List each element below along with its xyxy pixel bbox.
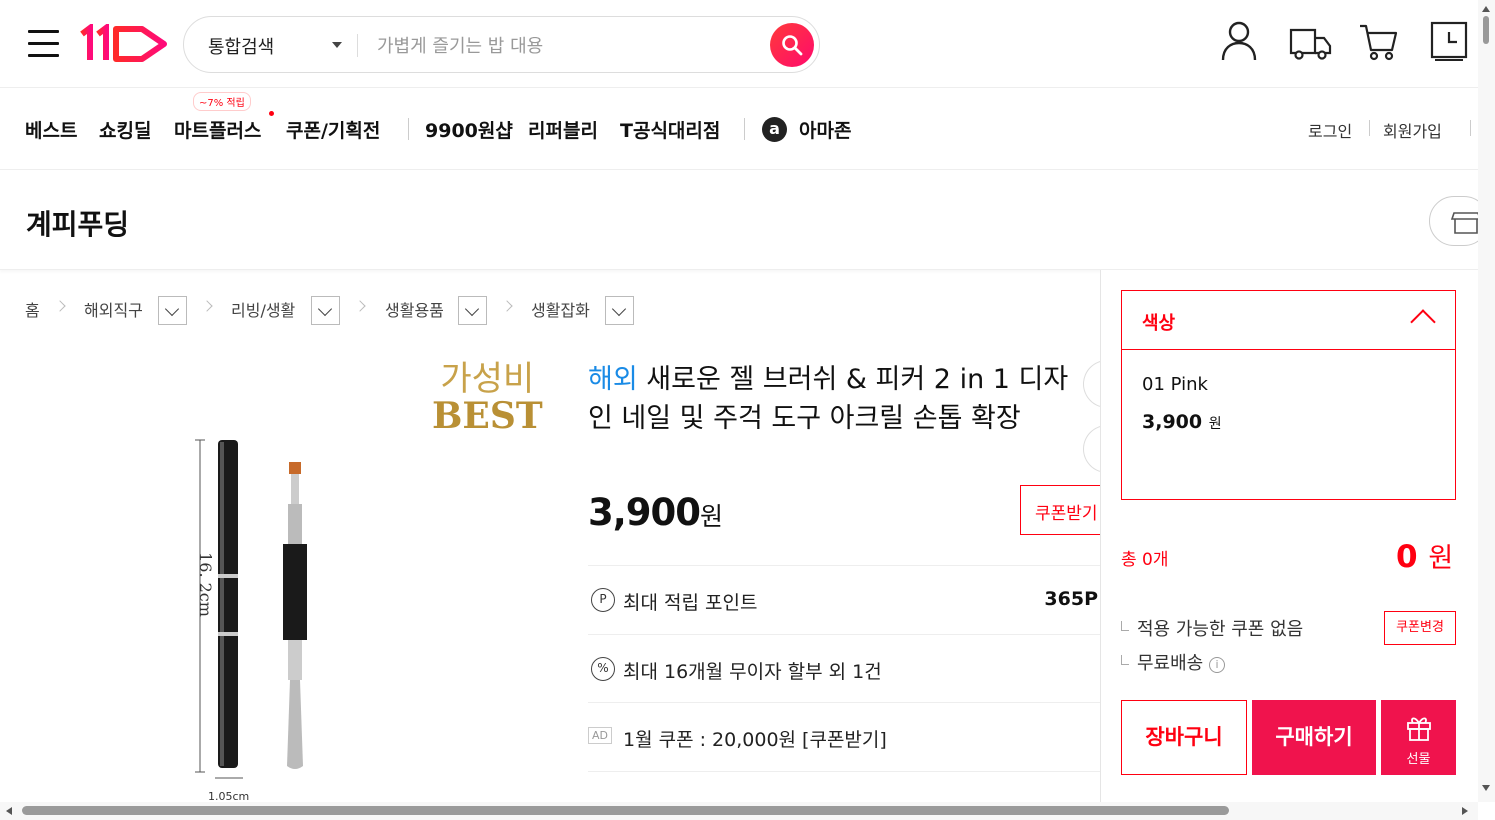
option-header[interactable]: 색상 bbox=[1122, 291, 1455, 350]
horizontal-scrollbar[interactable] bbox=[0, 802, 1478, 820]
coupon-note-text: 적용 가능한 쿠폰 없음 bbox=[1137, 619, 1304, 640]
breadcrumb-dropdown[interactable] bbox=[605, 296, 634, 325]
percent-icon: % bbox=[591, 657, 615, 681]
nav-amazon[interactable]: 아마존 bbox=[799, 116, 851, 143]
scroll-right-arrow[interactable] bbox=[1462, 807, 1468, 815]
new-dot bbox=[269, 111, 274, 116]
coupon-change-button[interactable]: 쿠폰변경 bbox=[1384, 611, 1456, 645]
total-price: 0 원 bbox=[1396, 536, 1453, 575]
user-icon[interactable] bbox=[1219, 20, 1261, 64]
cart-icon[interactable] bbox=[1358, 20, 1400, 64]
points-value: 365P bbox=[1044, 588, 1098, 610]
shipping-info: 무료배송 i bbox=[1121, 649, 1225, 675]
info-icon[interactable]: i bbox=[1208, 657, 1225, 673]
divider bbox=[1470, 120, 1471, 136]
option-label: 색상 bbox=[1142, 313, 1176, 334]
search-scope-select[interactable]: 통합검색 bbox=[208, 33, 274, 59]
option-price-unit: 원 bbox=[1208, 416, 1222, 432]
points-row: P 최대 적립 포인트 365P bbox=[588, 565, 1100, 633]
login-link[interactable]: 로그인 bbox=[1308, 118, 1352, 142]
search-input[interactable] bbox=[377, 31, 747, 61]
scroll-thumb[interactable] bbox=[22, 806, 1229, 815]
ad-coupon-text[interactable]: 1월 쿠폰 : 20,000원 [쿠폰받기] bbox=[623, 725, 887, 752]
point-icon: P bbox=[591, 588, 615, 612]
value-best-badge: 가성비 BEST bbox=[432, 362, 543, 434]
nav-mart-plus[interactable]: 마트플러스 bbox=[174, 116, 261, 143]
breadcrumb-level1[interactable]: 해외직구 bbox=[84, 297, 143, 321]
delivery-truck-icon[interactable] bbox=[1288, 20, 1334, 64]
vertical-scrollbar[interactable] bbox=[1478, 0, 1495, 802]
nav-coupon[interactable]: 쿠폰/기획전 bbox=[286, 116, 380, 143]
breadcrumb-level4[interactable]: 생활잡화 bbox=[531, 297, 590, 321]
breadcrumb-level2[interactable]: 리빙/생활 bbox=[231, 297, 295, 321]
breadcrumb-level3[interactable]: 생활용품 bbox=[385, 297, 444, 321]
divider bbox=[1369, 120, 1370, 136]
search-icon bbox=[782, 35, 803, 56]
product-price: 3,900원 bbox=[588, 491, 723, 534]
menu-icon[interactable] bbox=[28, 30, 59, 57]
breadcrumb-home[interactable]: 홈 bbox=[25, 297, 40, 321]
price-value: 3,900 bbox=[588, 491, 701, 534]
nav-9900-shop[interactable]: 9900원샵 bbox=[425, 116, 513, 143]
divider bbox=[744, 118, 745, 140]
buy-now-button[interactable]: 구매하기 bbox=[1252, 700, 1376, 775]
ad-tag: AD bbox=[588, 727, 612, 744]
total-price-unit: 원 bbox=[1428, 543, 1454, 574]
product-title-text: 새로운 젤 브러쉬 & 피커 2 in 1 디자인 네일 및 주걱 도구 아크릴… bbox=[588, 364, 1069, 434]
breadcrumb-dropdown[interactable] bbox=[458, 296, 487, 325]
coupon-note: 적용 가능한 쿠폰 없음 bbox=[1121, 615, 1303, 641]
chevron-down-icon[interactable] bbox=[332, 42, 342, 48]
price-unit: 원 bbox=[700, 502, 724, 531]
installment-text: 최대 16개월 무이자 할부 외 1건 bbox=[623, 661, 882, 683]
seller-bar: 계피푸딩 bbox=[0, 170, 1489, 270]
nav-t-store[interactable]: T공식대리점 bbox=[620, 116, 720, 143]
site-header: 통합검색 bbox=[0, 0, 1478, 88]
scroll-thumb[interactable] bbox=[1483, 16, 1489, 44]
total-price-value: 0 bbox=[1396, 539, 1418, 575]
option-price-value: 3,900 bbox=[1142, 411, 1203, 433]
chevron-right-icon bbox=[54, 300, 66, 312]
ad-coupon-row[interactable]: AD 1월 쿠폰 : 20,000원 [쿠폰받기] bbox=[588, 702, 1100, 770]
nav-badge: ~7% 적립 bbox=[193, 92, 251, 111]
overseas-tag: 해외 bbox=[588, 364, 638, 395]
option-box: 색상 01 Pink 3,900 원 bbox=[1121, 290, 1456, 500]
product-title: 해외 새로운 젤 브러쉬 & 피커 2 in 1 디자인 네일 및 주걱 도구 … bbox=[588, 360, 1078, 438]
seller-name[interactable]: 계피푸딩 bbox=[26, 203, 129, 243]
global-nav: 베스트 쇼킹딜 ~7% 적립 마트플러스 쿠폰/기획전 9900원샵 리퍼블리 … bbox=[0, 88, 1478, 170]
installment-row[interactable]: % 최대 16개월 무이자 할부 외 1건 bbox=[588, 634, 1100, 702]
total-count: 총 0개 bbox=[1121, 550, 1169, 570]
divider bbox=[588, 771, 1100, 802]
11st-logo[interactable] bbox=[80, 22, 170, 68]
scroll-down-arrow[interactable] bbox=[1482, 785, 1490, 791]
chevron-right-icon bbox=[201, 300, 213, 312]
recent-view-icon[interactable] bbox=[1429, 20, 1471, 64]
gift-button[interactable]: 선물 bbox=[1381, 700, 1456, 775]
search-bar: 통합검색 bbox=[183, 16, 820, 73]
shipping-text: 무료배송 bbox=[1137, 653, 1204, 674]
chevron-up-icon[interactable] bbox=[1410, 309, 1436, 335]
gift-icon bbox=[1406, 717, 1431, 741]
chevron-right-icon bbox=[354, 300, 366, 312]
scroll-up-arrow[interactable] bbox=[1482, 6, 1490, 12]
amazon-icon[interactable]: a bbox=[762, 117, 787, 142]
gift-label: 선물 bbox=[1406, 752, 1431, 767]
badge-line1: 가성비 bbox=[440, 359, 535, 399]
breadcrumb-dropdown[interactable] bbox=[311, 296, 340, 325]
nav-refurbly[interactable]: 리퍼블리 bbox=[528, 116, 598, 143]
points-label: 최대 적립 포인트 bbox=[623, 592, 758, 614]
breadcrumb-dropdown[interactable] bbox=[158, 296, 187, 325]
chevron-right-icon bbox=[501, 300, 513, 312]
nav-shocking-deal[interactable]: 쇼킹딜 bbox=[99, 116, 151, 143]
divider bbox=[408, 118, 409, 140]
option-price: 3,900 원 bbox=[1142, 411, 1222, 433]
signup-link[interactable]: 회원가입 bbox=[1383, 118, 1442, 142]
badge-line2: BEST bbox=[432, 395, 543, 437]
divider bbox=[357, 34, 358, 57]
nav-best[interactable]: 베스트 bbox=[25, 116, 77, 143]
scroll-left-arrow[interactable] bbox=[6, 807, 12, 815]
search-button[interactable] bbox=[770, 23, 814, 67]
add-to-cart-button[interactable]: 장바구니 bbox=[1121, 700, 1247, 775]
dimension-length-label: 16. 2cm bbox=[195, 552, 215, 617]
option-name[interactable]: 01 Pink bbox=[1142, 374, 1208, 395]
